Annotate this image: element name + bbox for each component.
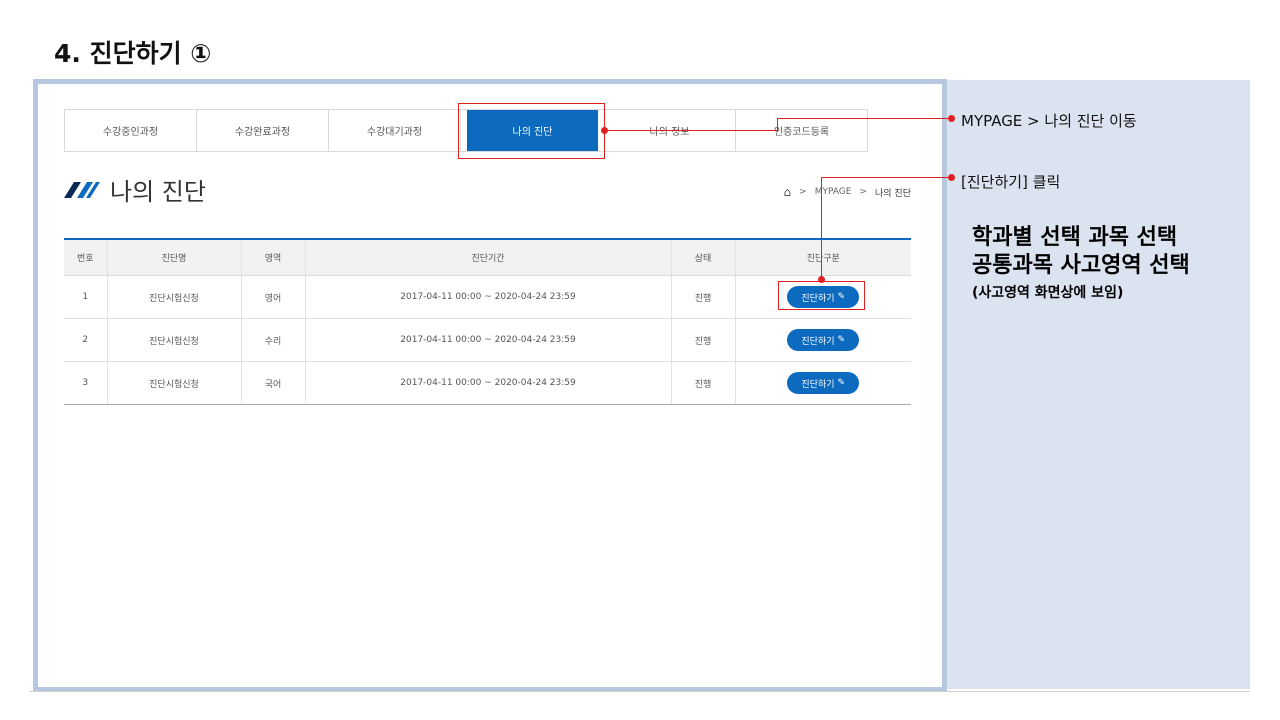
cell-status: 진행 (671, 318, 736, 362)
table-header-row: 번호 진단명 영역 진단기간 상태 진단구분 (64, 239, 911, 276)
annotation-dot (948, 115, 955, 122)
instruction-line: 학과별 선택 과목 선택 (972, 225, 1178, 250)
annotation-line (821, 177, 822, 280)
annotation-line (777, 118, 778, 131)
cell-name: 진단시험신청 (107, 318, 242, 362)
breadcrumb-current: 나의 진단 (875, 188, 911, 199)
cell-no: 1 (64, 275, 108, 319)
instruction-note: 학과별 선택 과목 선택 공통과목 사고영역 선택 (972, 224, 1190, 280)
divider (30, 691, 1250, 692)
instruction-subnote: (사고영역 화면상에 보임) (972, 285, 1124, 301)
tab-waiting[interactable]: 수강대기과정 (329, 110, 461, 151)
cell-area: 국어 (241, 361, 306, 405)
col-header-area: 영역 (241, 239, 306, 276)
tab-label: 수강대기과정 (366, 127, 423, 138)
highlight-box-tab (458, 103, 605, 159)
page-heading: 나의 진단 (64, 172, 206, 207)
cell-period: 2017-04-11 00:00 ~ 2020-04-24 23:59 (305, 318, 672, 362)
home-icon[interactable]: ⌂ (784, 185, 792, 199)
slash-logo-icon (64, 181, 100, 198)
tab-completed[interactable]: 수강완료과정 (197, 110, 329, 151)
annotation-dot (601, 127, 608, 134)
col-header-period: 진단기간 (305, 239, 672, 276)
col-header-status: 상태 (671, 239, 736, 276)
cell-period: 2017-04-11 00:00 ~ 2020-04-24 23:59 (305, 361, 672, 405)
annotation-note-click: [진단하기] 클릭 (961, 173, 1061, 191)
page-title: 나의 진단 (110, 178, 206, 206)
annotation-line (604, 130, 777, 131)
slide-title: 4. 진단하기 ① (54, 39, 212, 68)
pencil-icon: ✎ (837, 335, 846, 345)
cell-period: 2017-04-11 00:00 ~ 2020-04-24 23:59 (305, 275, 672, 319)
pencil-icon: ✎ (837, 378, 846, 388)
cell-name: 진단시험신청 (107, 361, 242, 405)
table-row: 3 진단시험신청 국어 2017-04-11 00:00 ~ 2020-04-2… (64, 361, 911, 405)
tab-label: 수강완료과정 (234, 127, 291, 138)
cell-name: 진단시험신청 (107, 275, 242, 319)
breadcrumb: ⌂ > MYPAGE > 나의 진단 (784, 185, 911, 199)
cell-status: 진행 (671, 361, 736, 405)
col-header-no: 번호 (64, 239, 108, 276)
button-label: 진단하기 (801, 379, 835, 390)
tab-label: 수강중인과정 (102, 127, 159, 138)
annotation-dot (818, 276, 825, 283)
annotation-note-mypage: MYPAGE > 나의 진단 이동 (961, 112, 1137, 130)
table-row: 2 진단시험신청 수리 2017-04-11 00:00 ~ 2020-04-2… (64, 318, 911, 362)
diagnosis-table: 번호 진단명 영역 진단기간 상태 진단구분 1 진단시험신청 영어 2017-… (64, 238, 911, 405)
highlight-box-button (778, 281, 865, 310)
cell-area: 영어 (241, 275, 306, 319)
cell-no: 3 (64, 361, 108, 405)
button-label: 진단하기 (801, 336, 835, 347)
cell-area: 수리 (241, 318, 306, 362)
col-header-name: 진단명 (107, 239, 242, 276)
cell-action: 진단하기 ✎ (735, 318, 911, 362)
breadcrumb-separator: > (799, 187, 807, 197)
cell-no: 2 (64, 318, 108, 362)
tab-label: 인증코드등록 (773, 127, 830, 138)
breadcrumb-separator: > (859, 187, 868, 197)
col-header-action: 진단구분 (735, 239, 911, 276)
cell-status: 진행 (671, 275, 736, 319)
annotation-line (821, 177, 952, 178)
diagnose-button[interactable]: 진단하기 ✎ (787, 372, 860, 394)
diagnose-button[interactable]: 진단하기 ✎ (787, 329, 860, 351)
cell-action: 진단하기 ✎ (735, 361, 911, 405)
instruction-line: 공통과목 사고영역 선택 (972, 253, 1190, 278)
annotation-line (777, 118, 952, 119)
tab-in-progress[interactable]: 수강중인과정 (65, 110, 197, 151)
annotation-dot (948, 174, 955, 181)
